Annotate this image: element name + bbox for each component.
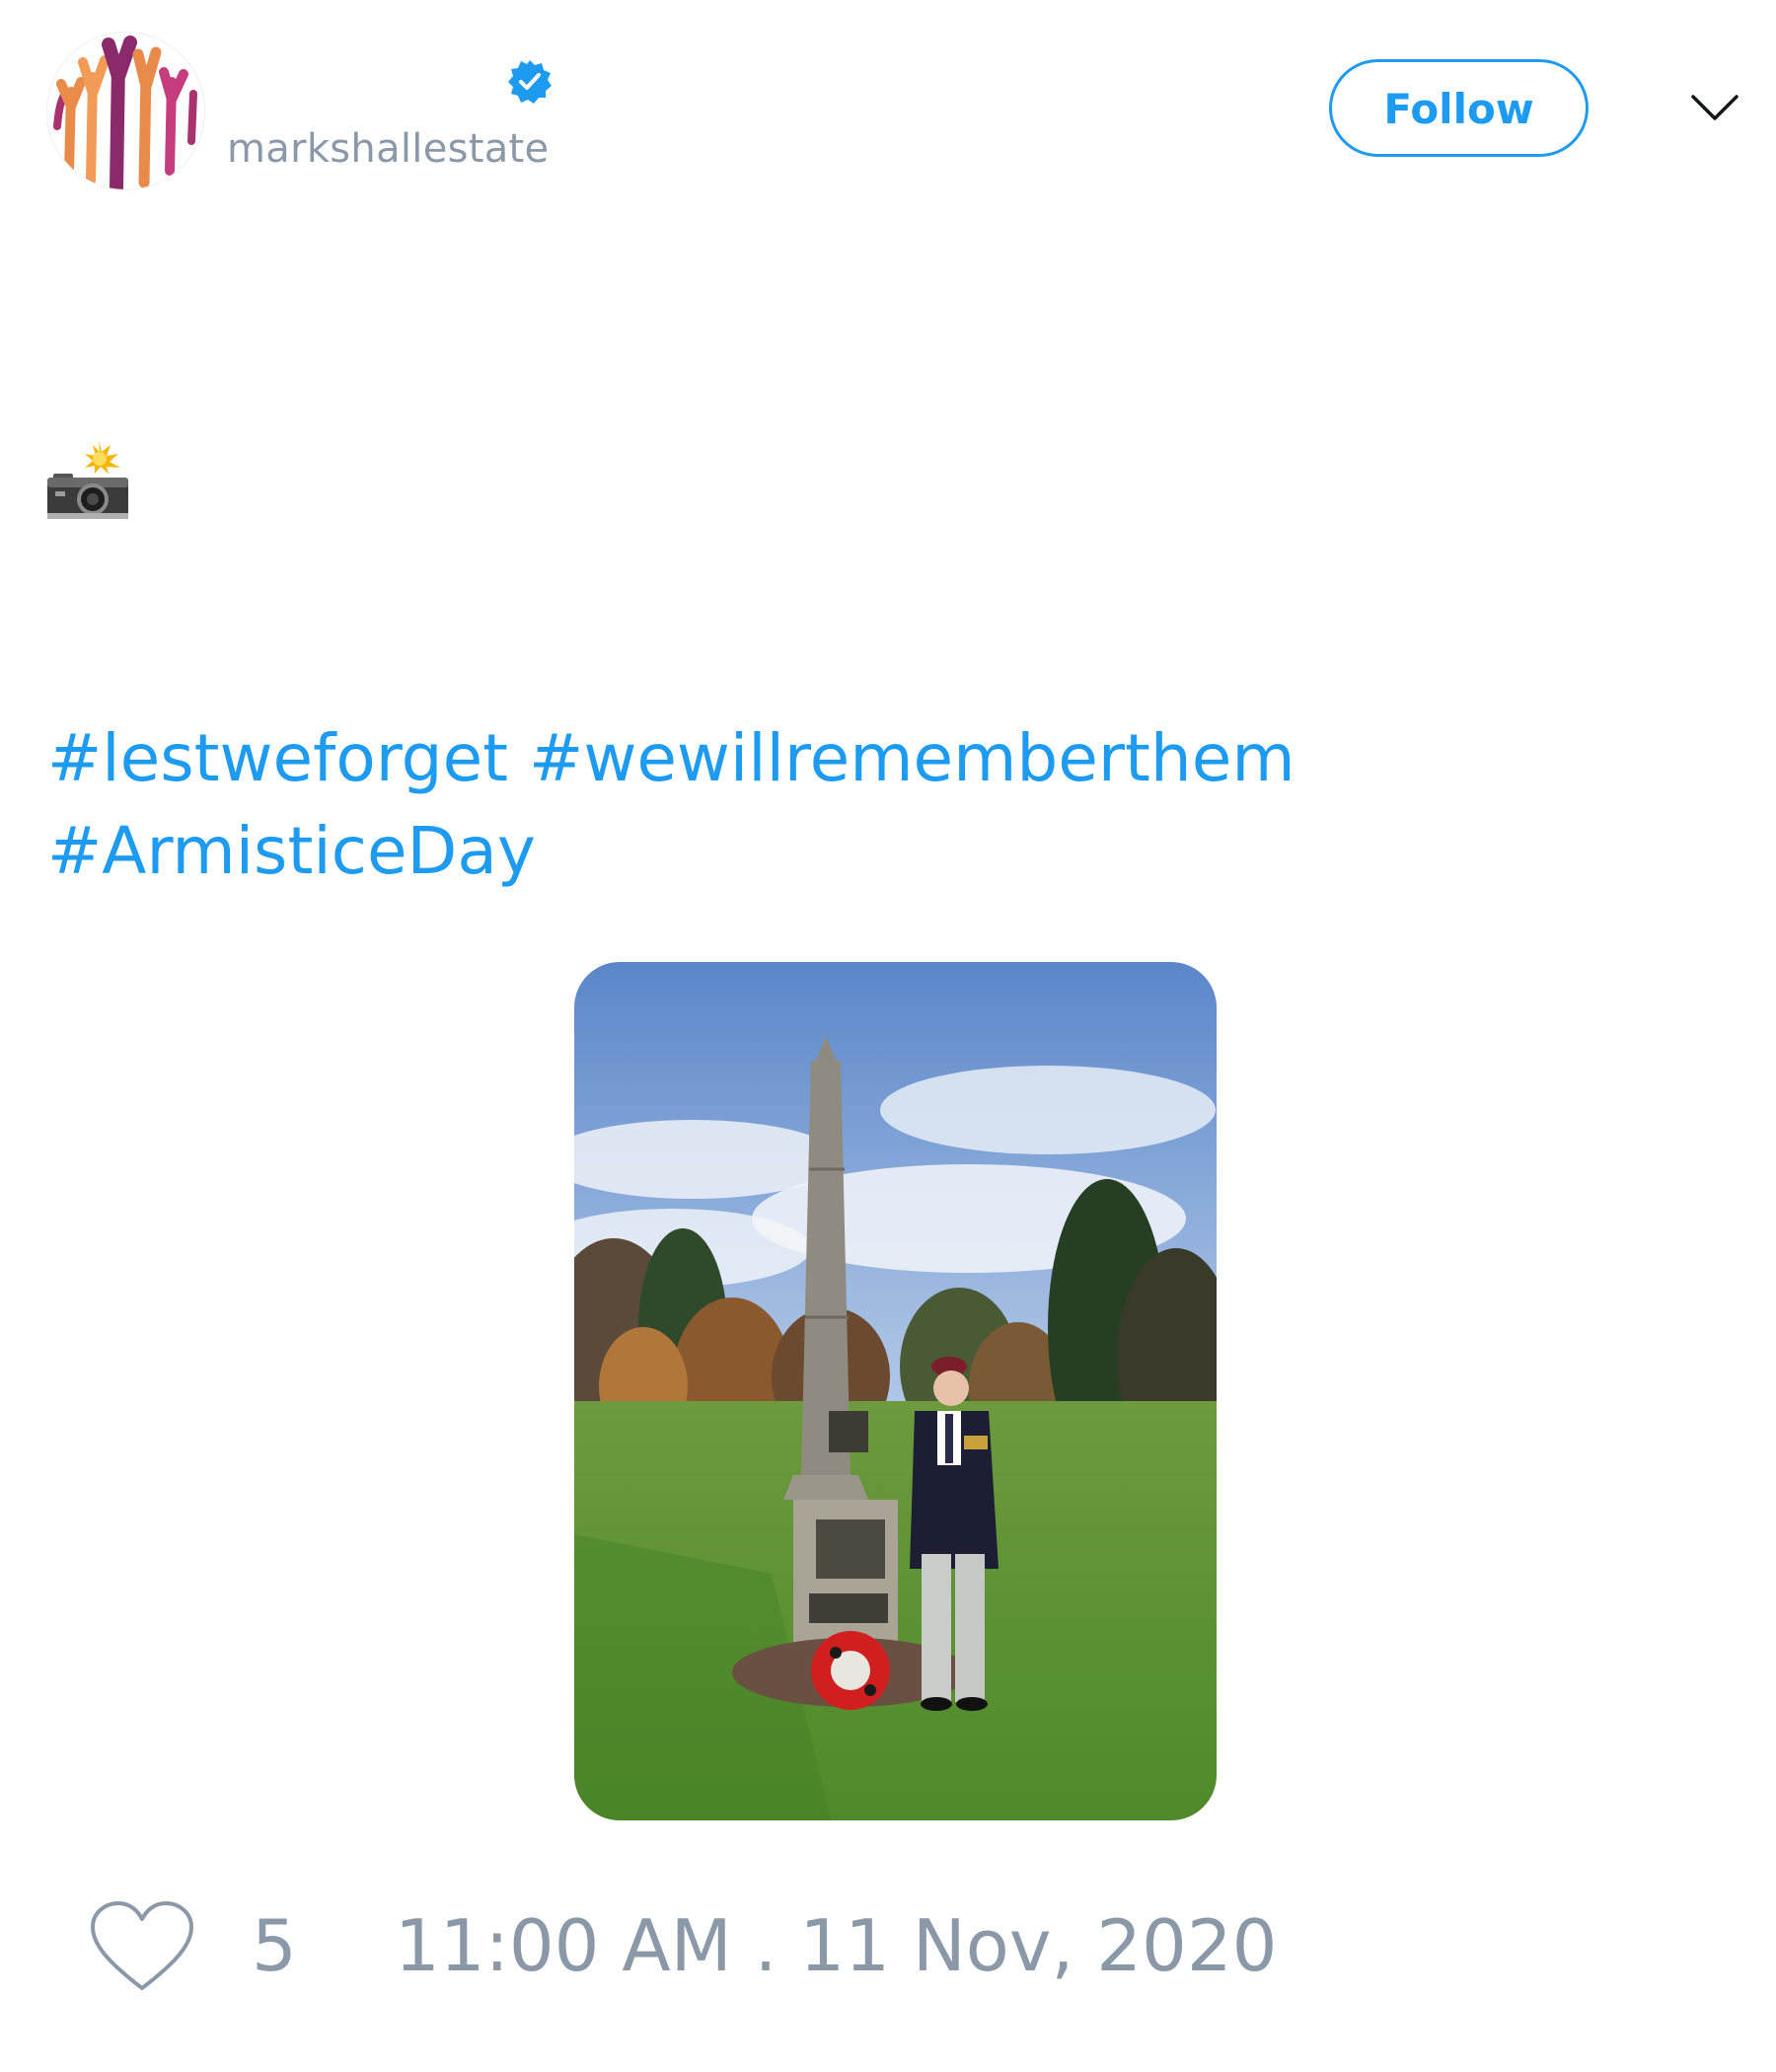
tweet-timestamp[interactable]: 11:00 AM . 11 Nov, 2020	[395, 1904, 1277, 1987]
tweet-photo[interactable]	[574, 962, 1217, 1820]
avatar-logo-icon	[47, 33, 204, 189]
hashtag-wewillrememberthem[interactable]: #wewillrememberthem	[529, 720, 1295, 796]
tweet-text: #lestweforget #wewillrememberthem #Armis…	[47, 712, 1705, 898]
user-handle[interactable]: markshallestate	[227, 126, 549, 172]
camera-flash-emoji	[47, 440, 128, 519]
hashtag-armisticeday[interactable]: #ArmisticeDay	[47, 813, 536, 889]
verified-badge-icon	[505, 57, 555, 107]
heart-outline-icon[interactable]	[89, 1899, 195, 1994]
like-count: 5	[252, 1904, 297, 1987]
hashtag-lestweforget[interactable]: #lestweforget	[47, 720, 508, 796]
avatar[interactable]	[47, 33, 204, 189]
follow-button[interactable]: Follow	[1329, 59, 1589, 157]
memorial-photo-image	[574, 962, 1217, 1820]
tweet-card: markshallestate Follow #lestweforget #we…	[0, 0, 1776, 2072]
chevron-down-icon[interactable]	[1687, 87, 1742, 130]
